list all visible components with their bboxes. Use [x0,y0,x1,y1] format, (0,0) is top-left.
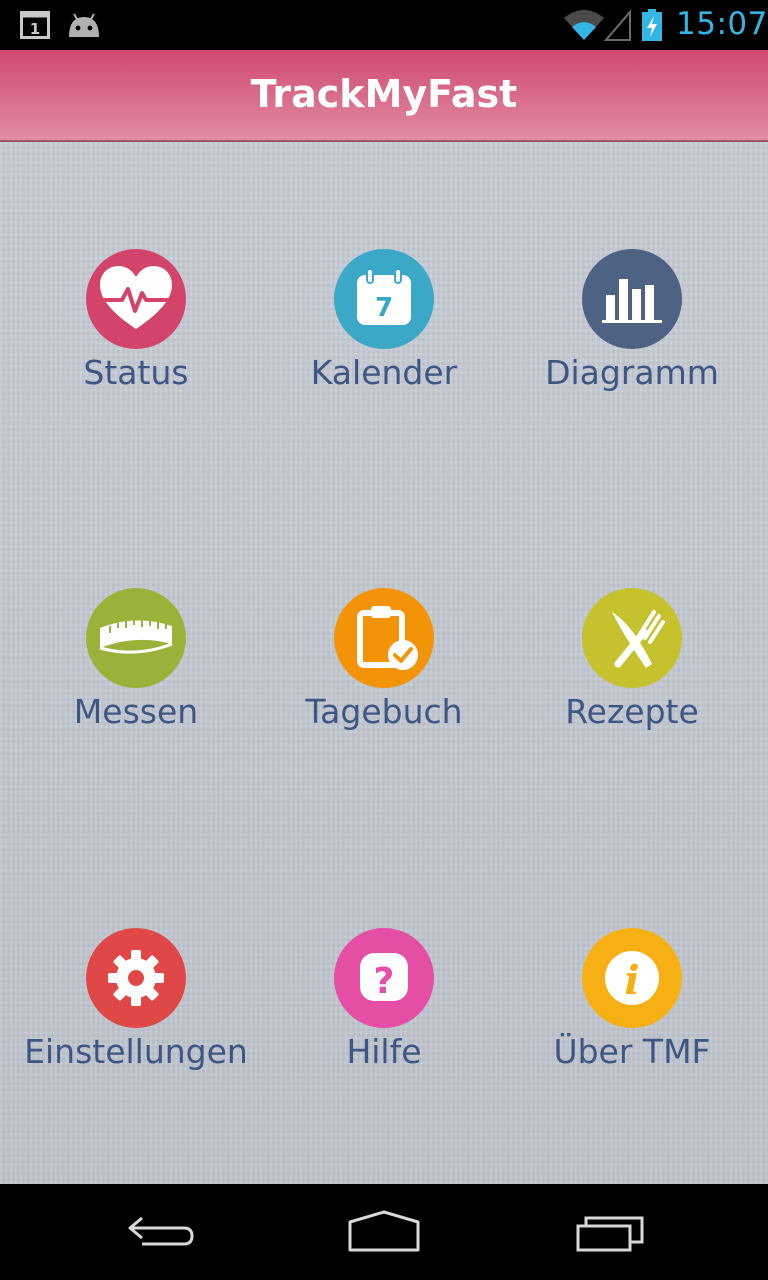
gear-icon [86,928,186,1028]
info-icon: i [582,928,682,1028]
menu-item-label: Rezepte [565,692,699,731]
menu-item-einstellungen[interactable]: Einstellungen [8,928,264,1128]
back-icon [128,1216,194,1246]
menu-item-label: Einstellungen [24,1032,248,1071]
menu-item-rezepte[interactable]: Rezepte [504,588,760,788]
question-icon: ? [334,928,434,1028]
menu-item-label: Diagramm [545,353,719,392]
recent-apps-icon [576,1216,644,1252]
svg-text:1: 1 [30,20,40,38]
wifi-icon [564,10,604,40]
menu-item-status[interactable]: Status [8,249,264,449]
menu-item-tagebuch[interactable]: Tagebuch [256,588,512,788]
clipboard-check-icon [334,588,434,688]
signal-icon [604,9,631,41]
svg-text:7: 7 [375,293,393,323]
recent-apps-button[interactable] [560,1204,656,1260]
back-button[interactable] [112,1204,208,1260]
menu-item-diagramm[interactable]: Diagramm [504,249,760,449]
home-icon [348,1210,420,1252]
fork-knife-icon [582,588,682,688]
battery-charging-icon [642,9,662,41]
home-button[interactable] [336,1204,432,1260]
menu-item-label: Kalender [310,353,458,392]
app-bar: TrackMyFast [0,50,768,142]
heart-pulse-icon [86,249,186,349]
menu-item-label: Über TMF [553,1032,711,1071]
measuring-tape-icon [86,588,186,688]
app-title: TrackMyFast [250,72,518,116]
menu-item-label: Messen [73,692,199,731]
status-bar: 1 15:07 [0,0,768,50]
bar-chart-icon [582,249,682,349]
navigation-bar [0,1184,768,1280]
menu-item-kalender[interactable]: 7 Kalender [256,249,512,449]
android-icon [69,13,99,37]
svg-text:i: i [624,957,639,1004]
menu-item-label: Tagebuch [305,692,463,731]
menu-item-label: Hilfe [346,1032,422,1071]
menu-item-label: Status [83,353,189,392]
calendar-notification-icon: 1 [20,11,50,39]
menu-item-hilfe[interactable]: ? Hilfe [256,928,512,1128]
main-menu: Status 7 Kalender Diagramm Messen Tagebu… [0,142,768,1184]
menu-item-ueber-tmf[interactable]: i Über TMF [504,928,760,1128]
calendar-icon: 7 [334,249,434,349]
status-time: 15:07 [676,6,768,42]
svg-text:?: ? [374,961,395,1002]
menu-item-messen[interactable]: Messen [8,588,264,788]
